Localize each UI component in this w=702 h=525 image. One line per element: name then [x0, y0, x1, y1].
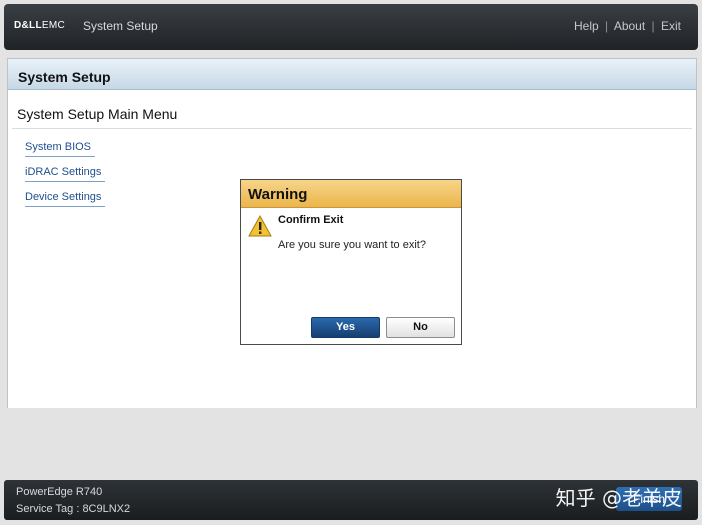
about-link[interactable]: About	[614, 19, 645, 33]
no-button[interactable]: No	[386, 317, 455, 338]
top-links: Help | About | Exit	[574, 19, 681, 33]
dialog-message: Are you sure you want to exit?	[278, 239, 426, 251]
warning-dialog: Warning Confirm Exit Are you sure you wa…	[240, 179, 462, 345]
main-menu-title: System Setup Main Menu	[17, 106, 178, 122]
link-separator: |	[651, 19, 655, 33]
dialog-title: Warning	[241, 180, 461, 208]
yes-button[interactable]: Yes	[311, 317, 380, 338]
service-tag: Service Tag : 8C9LNX2	[16, 503, 131, 515]
watermark-text: 知乎 @老羊皮	[555, 486, 682, 510]
menu-link-device-settings[interactable]: Device Settings	[25, 191, 106, 207]
menu-link-idrac-settings[interactable]: iDRAC Settings	[25, 166, 106, 182]
menu-divider	[12, 128, 692, 129]
app-title: System Setup	[83, 19, 158, 33]
help-link[interactable]: Help	[574, 19, 599, 33]
dell-emc-logo: D&LLEMC	[14, 20, 65, 31]
top-bar: D&LLEMC System Setup Help | About | Exit	[4, 4, 698, 50]
warning-icon	[248, 215, 272, 237]
link-separator: |	[605, 19, 609, 33]
exit-link[interactable]: Exit	[661, 19, 681, 33]
server-model: PowerEdge R740	[16, 486, 103, 498]
panel-title: System Setup	[8, 59, 696, 90]
background-area	[0, 408, 702, 480]
main-menu-list: System BIOS iDRAC Settings Device Settin…	[25, 141, 106, 216]
menu-link-system-bios[interactable]: System BIOS	[25, 141, 96, 157]
dialog-heading: Confirm Exit	[278, 214, 344, 226]
